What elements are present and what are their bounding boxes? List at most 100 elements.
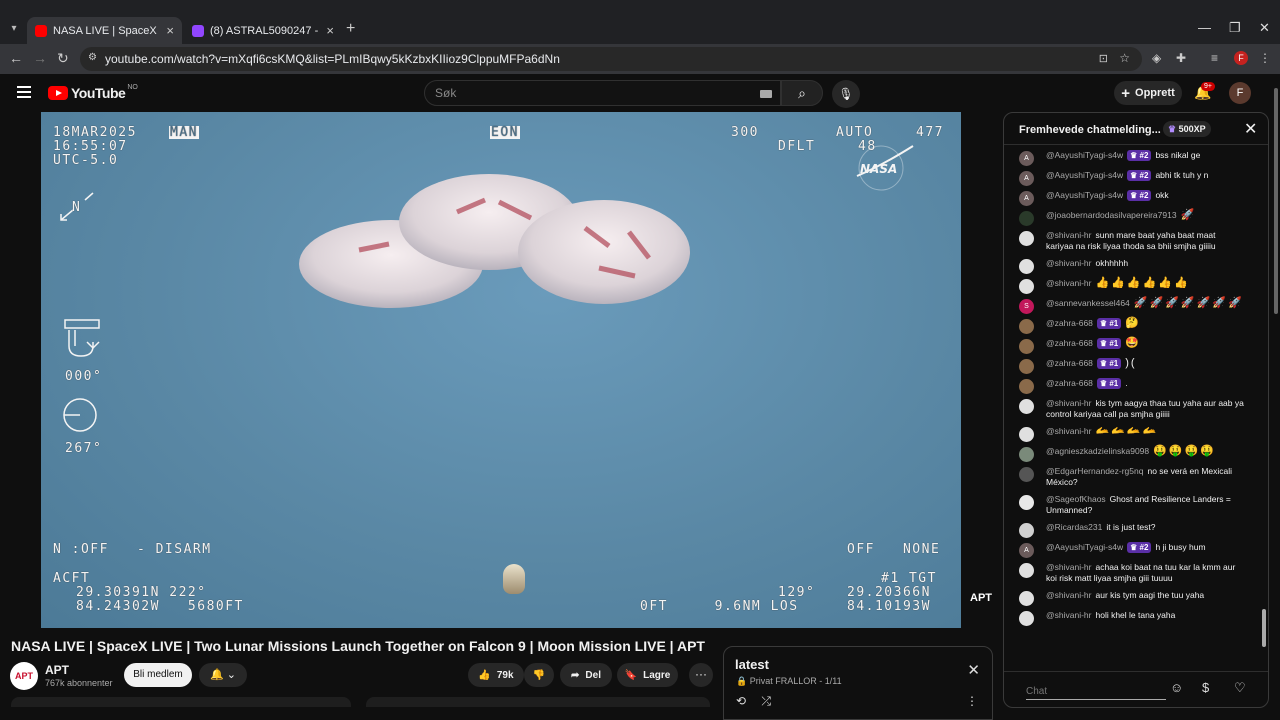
page-scrollbar[interactable] bbox=[1272, 74, 1280, 720]
xp-badge[interactable]: ♛ 500XP bbox=[1163, 121, 1211, 137]
loop-icon[interactable]: ⟲ bbox=[736, 694, 746, 708]
super-chat-icon[interactable]: $ bbox=[1202, 680, 1209, 695]
chat-author-avatar[interactable] bbox=[1019, 279, 1034, 294]
chat-author-name[interactable]: @shivani-hr bbox=[1046, 426, 1091, 436]
new-tab-icon[interactable]: + bbox=[346, 20, 355, 38]
window-close-icon[interactable]: ✕ bbox=[1259, 20, 1270, 36]
save-button[interactable]: 🔖 Lagre bbox=[617, 663, 678, 687]
chat-author-avatar[interactable]: A bbox=[1019, 151, 1034, 166]
chat-author-avatar[interactable]: A bbox=[1019, 543, 1034, 558]
site-info-icon[interactable]: ⚙ bbox=[88, 52, 97, 63]
chat-author-name[interactable]: @SageofKhaos bbox=[1046, 494, 1106, 504]
chat-author-avatar[interactable] bbox=[1019, 231, 1034, 246]
voice-search-button[interactable]: 🎙 bbox=[832, 80, 860, 108]
chat-author-avatar[interactable] bbox=[1019, 563, 1034, 578]
chat-author-avatar[interactable] bbox=[1019, 447, 1034, 462]
tab-close-icon[interactable]: × bbox=[320, 23, 334, 38]
chat-author-avatar[interactable] bbox=[1019, 523, 1034, 538]
chat-author-avatar[interactable]: A bbox=[1019, 171, 1034, 186]
chat-author-name[interactable]: @Ricardas231 bbox=[1046, 522, 1102, 532]
chat-message[interactable]: @zahra-668 ♛ #1 🤔 bbox=[1004, 315, 1268, 335]
chat-message[interactable]: A @AayushiTyagi-s4w ♛ #2 h ji busy hum bbox=[1004, 539, 1268, 559]
chat-message-list[interactable]: A @AayushiTyagi-s4w ♛ #2 bss nikal ge A @Aayu… bbox=[1004, 147, 1268, 663]
chat-author-name[interactable]: @AayushiTyagi-s4w bbox=[1046, 542, 1123, 552]
chat-author-avatar[interactable] bbox=[1019, 495, 1034, 510]
chat-message[interactable]: @shivani-hr okhhhhh bbox=[1004, 255, 1268, 275]
chat-scroll-thumb[interactable] bbox=[1262, 609, 1266, 647]
chat-author-name[interactable]: @shivani-hr bbox=[1046, 278, 1091, 288]
chat-author-avatar[interactable] bbox=[1019, 467, 1034, 482]
chat-message[interactable]: A @AayushiTyagi-s4w ♛ #2 okk bbox=[1004, 187, 1268, 207]
chat-input[interactable] bbox=[1026, 676, 1166, 700]
chat-author-avatar[interactable] bbox=[1019, 379, 1034, 394]
page-scroll-thumb[interactable] bbox=[1274, 88, 1278, 314]
tab-close-icon[interactable]: × bbox=[160, 23, 174, 38]
browser-tab-twitch[interactable]: (8) ASTRAL5090247 - Twitch × bbox=[184, 17, 342, 44]
heart-icon[interactable]: ♡ bbox=[1234, 680, 1246, 696]
like-button[interactable]: 👍 79k bbox=[468, 663, 524, 687]
chat-author-name[interactable]: @shivani-hr bbox=[1046, 610, 1091, 620]
chat-message[interactable]: A @AayushiTyagi-s4w ♛ #2 abhi tk tuh y n bbox=[1004, 167, 1268, 187]
channel-avatar[interactable]: APT bbox=[10, 662, 38, 690]
chat-message[interactable]: S @sannevankessel464 🚀🚀🚀🚀🚀🚀🚀 bbox=[1004, 295, 1268, 315]
playlist-title[interactable]: latest bbox=[735, 657, 769, 672]
chat-message[interactable]: @agnieszkadzielinska9098 🤑🤑🤑🤑 bbox=[1004, 443, 1268, 463]
address-bar[interactable]: ⚙ youtube.com/watch?v=mXqfi6csKMQ&list=P… bbox=[80, 47, 1142, 71]
chat-author-name[interactable]: @sannevankessel464 bbox=[1046, 298, 1130, 308]
media-control-icon[interactable]: ≡ bbox=[1211, 51, 1218, 65]
extensions-puzzle-icon[interactable]: ✚ bbox=[1176, 51, 1186, 65]
chat-author-avatar[interactable]: S bbox=[1019, 299, 1034, 314]
reload-icon[interactable]: ↻ bbox=[57, 50, 69, 67]
chat-message[interactable]: @shivani-hr sunn mare baat yaha baat maat… bbox=[1004, 227, 1268, 255]
minimize-icon[interactable]: — bbox=[1198, 20, 1211, 35]
keyboard-icon[interactable] bbox=[760, 90, 772, 98]
chat-author-avatar[interactable] bbox=[1019, 427, 1034, 442]
dislike-button[interactable]: 👎 bbox=[524, 663, 554, 687]
chat-message[interactable]: @joaobernardodasilvapereira7913 🚀 bbox=[1004, 207, 1268, 227]
chat-message[interactable]: @EdgarHernandez-rg5nq no se verá en Mexic… bbox=[1004, 463, 1268, 491]
join-button[interactable]: Bli medlem bbox=[124, 663, 192, 687]
chat-author-name[interactable]: @zahra-668 bbox=[1046, 358, 1093, 368]
chat-author-avatar[interactable]: A bbox=[1019, 191, 1034, 206]
shuffle-icon[interactable]: ⤮ bbox=[761, 694, 771, 708]
chat-author-avatar[interactable] bbox=[1019, 399, 1034, 414]
bookmark-star-icon[interactable]: ☆ bbox=[1119, 51, 1130, 65]
chat-message[interactable]: @shivani-hr aur kis tym aagi the tuu yaha bbox=[1004, 587, 1268, 607]
more-actions-icon[interactable]: ··· bbox=[689, 663, 713, 687]
chat-message[interactable]: @zahra-668 ♛ #1. bbox=[1004, 375, 1268, 395]
chat-message[interactable]: @zahra-668 ♛ #1 🤩 bbox=[1004, 335, 1268, 355]
chat-message[interactable]: @shivani-hr holi khel le tana yaha bbox=[1004, 607, 1268, 627]
chat-author-avatar[interactable] bbox=[1019, 591, 1034, 606]
chat-author-name[interactable]: @shivani-hr bbox=[1046, 258, 1091, 268]
playlist-more-icon[interactable]: ⋮ bbox=[966, 694, 978, 708]
chat-author-name[interactable]: @AayushiTyagi-s4w bbox=[1046, 150, 1123, 160]
chat-author-avatar[interactable] bbox=[1019, 319, 1034, 334]
chat-author-name[interactable]: @shivani-hr bbox=[1046, 590, 1091, 600]
channel-watermark[interactable]: APT bbox=[966, 592, 996, 612]
chat-author-name[interactable]: @AayushiTyagi-s4w bbox=[1046, 170, 1123, 180]
chat-message[interactable]: @shivani-hr kis tym aagya thaa tuu yaha a… bbox=[1004, 395, 1268, 423]
youtube-logo[interactable]: YouTube NO bbox=[48, 84, 138, 101]
search-button[interactable]: ⌕ bbox=[781, 80, 823, 106]
install-app-icon[interactable]: ⊡ bbox=[1099, 52, 1108, 65]
create-button[interactable]: + Opprett bbox=[1114, 81, 1182, 105]
browser-menu-icon[interactable]: ⋮ bbox=[1259, 51, 1271, 65]
back-icon[interactable]: ← bbox=[9, 50, 23, 66]
chat-author-avatar[interactable] bbox=[1019, 211, 1034, 226]
chat-message[interactable]: @zahra-668 ♛ #1)( bbox=[1004, 355, 1268, 375]
playlist-close-icon[interactable]: ✕ bbox=[967, 661, 980, 679]
menu-hamburger-icon[interactable] bbox=[17, 86, 31, 98]
share-button[interactable]: ➦ Del bbox=[560, 663, 612, 687]
chat-message[interactable]: @SageofKhaos Ghost and Resilience Landers… bbox=[1004, 491, 1268, 519]
chat-author-name[interactable]: @agnieszkadzielinska9098 bbox=[1046, 446, 1149, 456]
chat-message[interactable]: A @AayushiTyagi-s4w ♛ #2 bss nikal ge bbox=[1004, 147, 1268, 167]
chat-author-name[interactable]: @zahra-668 bbox=[1046, 338, 1093, 348]
forward-icon[interactable]: → bbox=[33, 50, 47, 66]
chat-author-avatar[interactable] bbox=[1019, 611, 1034, 626]
chat-author-avatar[interactable] bbox=[1019, 339, 1034, 354]
chat-author-name[interactable]: @EdgarHernandez-rg5nq bbox=[1046, 466, 1143, 476]
chat-close-icon[interactable]: ✕ bbox=[1244, 119, 1257, 139]
chat-message[interactable]: @Ricardas231 it is just test? bbox=[1004, 519, 1268, 539]
extension-icon[interactable]: ◈ bbox=[1152, 51, 1161, 65]
chat-author-name[interactable]: @zahra-668 bbox=[1046, 318, 1093, 328]
